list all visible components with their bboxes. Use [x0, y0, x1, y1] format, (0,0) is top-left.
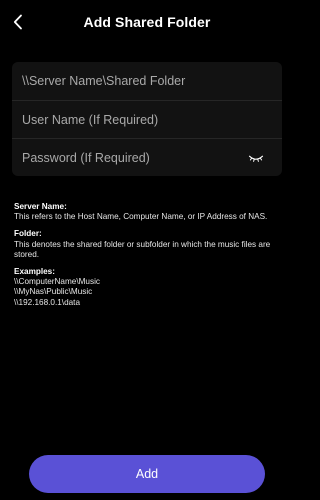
- server-name-help-text: This refers to the Host Name, Computer N…: [14, 212, 268, 222]
- password-field-row: [12, 138, 282, 176]
- password-visibility-toggle[interactable]: [248, 152, 264, 164]
- username-input[interactable]: [22, 112, 272, 127]
- examples-help: Examples: \\ComputerName\Music \\MyNas\P…: [14, 267, 284, 308]
- add-button[interactable]: Add: [29, 455, 265, 493]
- example-path: \\ComputerName\Music: [14, 277, 100, 287]
- eye-closed-icon: [248, 155, 264, 162]
- server-path-field-row: [12, 62, 282, 100]
- examples-label: Examples:: [14, 267, 55, 277]
- example-path: \\MyNas\Public\Music: [14, 287, 93, 297]
- shared-folder-form: [12, 62, 282, 176]
- username-field-row: [12, 100, 282, 138]
- folder-help: Folder: This denotes the shared folder o…: [14, 229, 284, 260]
- server-name-help: Server Name: This refers to the Host Nam…: [14, 202, 284, 222]
- password-input[interactable]: [22, 150, 272, 165]
- page-title: Add Shared Folder: [83, 14, 211, 30]
- folder-help-text: This denotes the shared folder or subfol…: [14, 239, 271, 259]
- help-text-section: Server Name: This refers to the Host Nam…: [14, 202, 284, 315]
- server-name-help-label: Server Name:: [14, 202, 67, 211]
- example-path: \\192.168.0.1\data: [14, 297, 81, 307]
- folder-help-label: Folder:: [14, 229, 42, 239]
- server-path-input[interactable]: [22, 74, 272, 88]
- navigation-header: Add Shared Folder: [0, 0, 294, 46]
